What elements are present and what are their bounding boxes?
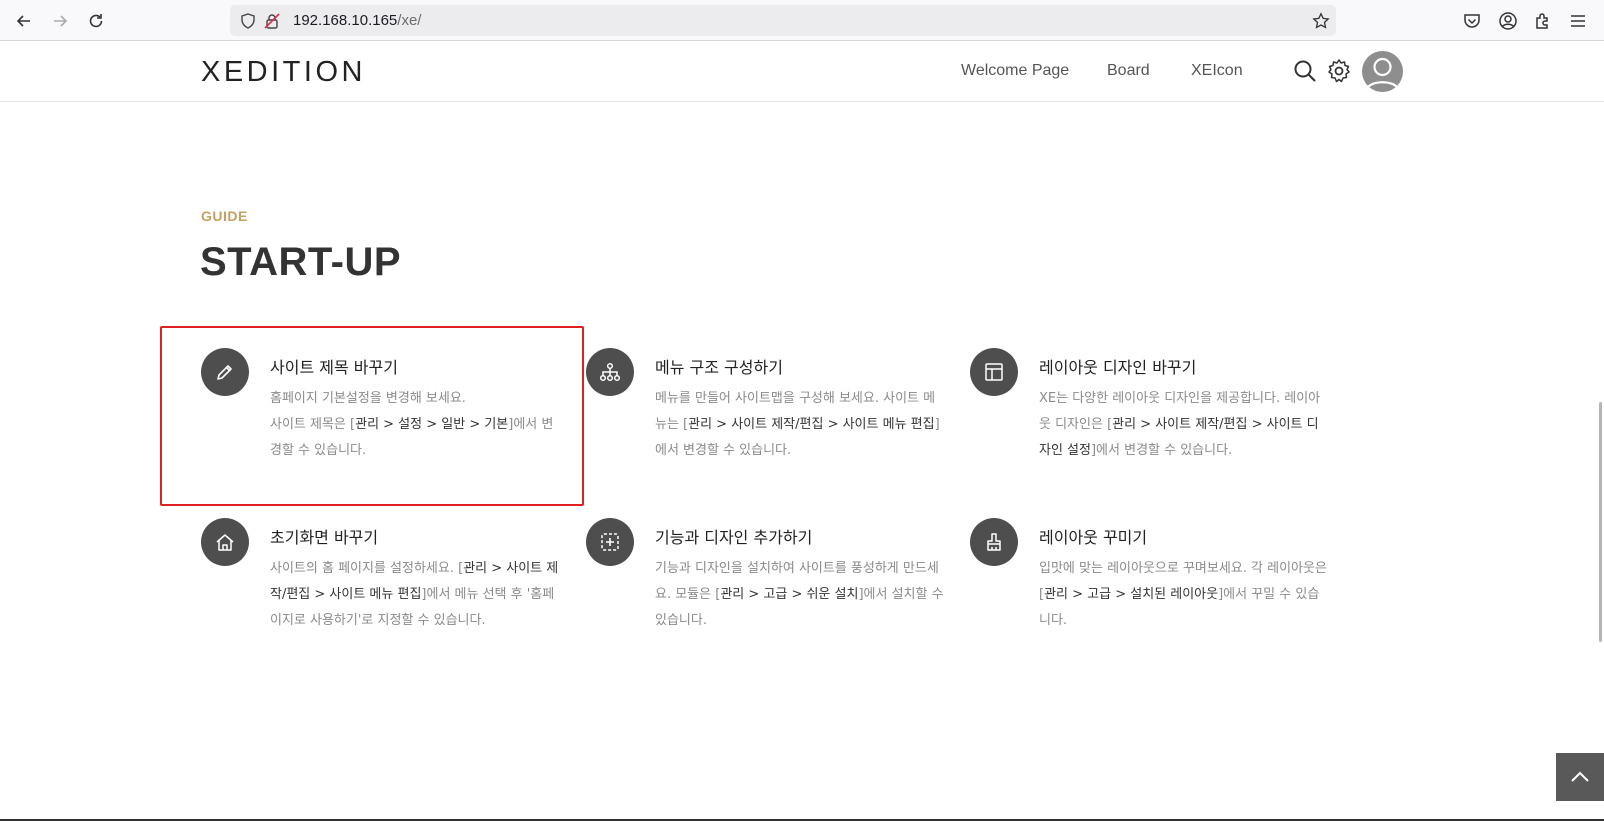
url-text[interactable]: 192.168.10.165/xe/: [293, 12, 421, 29]
sitemap-icon: [599, 362, 621, 382]
url-host: 192.168.10.165: [293, 12, 398, 29]
page-scrollbar[interactable]: [1596, 102, 1604, 819]
add-box-icon: [601, 533, 619, 551]
card-description: 입맛에 맞는 레이아웃으로 꾸며보세요. 각 레이아웃은 [관리 > 고급 > …: [1039, 556, 1329, 634]
card-icon-circle: [586, 518, 634, 566]
search-icon[interactable]: [1291, 57, 1319, 85]
card-title: 기능과 디자인 추가하기: [655, 528, 813, 547]
red-highlight-box: [160, 326, 584, 506]
menu-path-text: 관리 > 고급 > 설치된 레이아웃: [1044, 587, 1219, 602]
site-logo[interactable]: XEDITION: [201, 56, 366, 89]
card-title: 레이아웃 꾸미기: [1039, 528, 1148, 547]
card-home-page: 초기화면 바꾸기 사이트의 홈 페이지를 설정하세요. [관리 > 사이트 제작…: [201, 518, 558, 668]
description-text: 사이트의 홈 페이지를 설정하세요. [: [270, 561, 464, 576]
nav-xeicon[interactable]: XEIcon: [1191, 62, 1243, 80]
card-layout-design: 레이아웃 디자인 바꾸기 XE는 다양한 레이아웃 디자인을 제공합니다. 레이…: [970, 348, 1320, 498]
nav-welcome-page[interactable]: Welcome Page: [961, 62, 1069, 80]
section-eyebrow: GUIDE: [201, 208, 248, 224]
card-description: XE는 다양한 레이아웃 디자인을 제공합니다. 레이아웃 디자인은 [관리 >…: [1039, 386, 1329, 464]
card-icon-circle: [970, 518, 1018, 566]
reload-button[interactable]: [82, 7, 110, 35]
bookmark-star-icon[interactable]: [1312, 12, 1330, 30]
shield-icon[interactable]: [239, 12, 257, 30]
menu-path-text: 관리 > 고급 > 쉬운 설치: [720, 587, 859, 602]
account-icon[interactable]: [1498, 11, 1518, 31]
browser-toolbar: 192.168.10.165/xe/: [0, 0, 1604, 41]
site-header: XEDITION Welcome Page Board XEIcon: [0, 41, 1604, 102]
layout-icon: [985, 363, 1003, 381]
extensions-icon[interactable]: [1533, 11, 1553, 31]
url-bar[interactable]: 192.168.10.165/xe/: [230, 5, 1336, 36]
chevron-up-icon: [1571, 771, 1589, 782]
user-icon: [1365, 57, 1400, 90]
card-icon-circle: [970, 348, 1018, 396]
user-avatar[interactable]: [1362, 51, 1403, 92]
menu-path-text: 관리 > 사이트 제작/편집 > 사이트 메뉴 편집: [688, 417, 935, 432]
arrow-left-icon: [16, 15, 30, 27]
reload-icon: [89, 14, 103, 28]
brush-icon: [987, 533, 1001, 551]
forward-button[interactable]: [46, 7, 74, 35]
card-title: 메뉴 구조 구성하기: [655, 358, 783, 377]
card-description: 사이트의 홈 페이지를 설정하세요. [관리 > 사이트 제작/편집 > 사이트…: [270, 556, 560, 634]
scrollbar-thumb[interactable]: [1599, 402, 1602, 642]
url-path: /xe/: [397, 12, 422, 29]
card-icon-circle: [586, 348, 634, 396]
card-menu-structure: 메뉴 구조 구성하기 메뉴를 만들어 사이트맵을 구성해 보세요. 사이트 메뉴…: [586, 348, 940, 498]
gear-icon[interactable]: [1325, 57, 1353, 85]
card-add-features: 기능과 디자인 추가하기 기능과 디자인을 설치하여 사이트를 풍성하게 만드세…: [586, 518, 944, 668]
card-description: 기능과 디자인을 설치하여 사이트를 풍성하게 만드세요. 모듈은 [관리 > …: [655, 556, 945, 634]
insecure-lock-icon[interactable]: [263, 12, 281, 30]
card-icon-circle: [201, 518, 249, 566]
nav-board[interactable]: Board: [1107, 62, 1150, 80]
home-icon: [216, 534, 234, 551]
section-title: START-UP: [200, 240, 402, 284]
card-description: 메뉴를 만들어 사이트맵을 구성해 보세요. 사이트 메뉴는 [관리 > 사이트…: [655, 386, 945, 464]
card-title: 초기화면 바꾸기: [270, 528, 379, 547]
card-title: 레이아웃 디자인 바꾸기: [1039, 358, 1197, 377]
pocket-icon[interactable]: [1462, 11, 1482, 31]
card-decorate-layout: 레이아웃 꾸미기 입맛에 맞는 레이아웃으로 꾸며보세요. 각 레이아웃은 [관…: [970, 518, 1327, 668]
menu-icon[interactable]: [1568, 11, 1588, 31]
description-text: ]에서 변경할 수 있습니다.: [1090, 443, 1233, 458]
back-button[interactable]: [10, 7, 38, 35]
arrow-right-icon: [54, 15, 68, 27]
